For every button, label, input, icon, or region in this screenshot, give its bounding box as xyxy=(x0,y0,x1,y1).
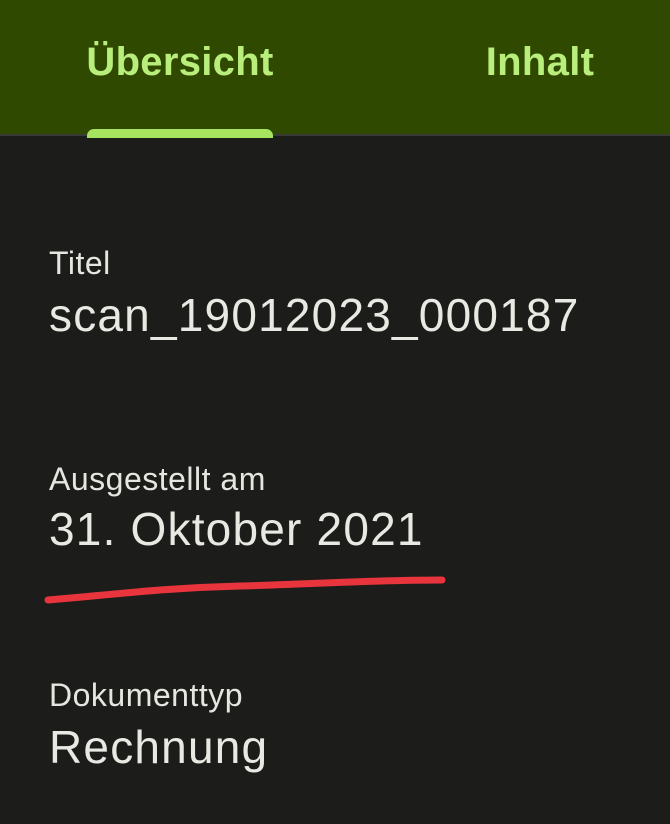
issued-date-value: 31. Oktober 2021 xyxy=(49,503,424,555)
selected-tab-indicator xyxy=(87,129,273,138)
tab-overview-label: Übersicht xyxy=(86,40,274,84)
tab-bar: Übersicht Inhalt xyxy=(0,0,670,138)
issued-date-field: Ausgestellt am 31. Oktober 2021 xyxy=(49,460,424,556)
issued-date-label: Ausgestellt am xyxy=(49,461,266,497)
tab-overview[interactable]: Übersicht xyxy=(62,0,298,136)
tab-content-label: Inhalt xyxy=(485,40,595,84)
document-details-screen: Übersicht Inhalt Titel scan_19012023_000… xyxy=(0,0,670,824)
document-type-field: Dokumenttyp Rechnung xyxy=(49,676,268,774)
document-type-value: Rechnung xyxy=(49,721,269,773)
red-underline-annotation xyxy=(44,576,446,604)
title-value: scan_19012023_000187 xyxy=(49,289,580,341)
title-field: Titel scan_19012023_000187 xyxy=(49,244,580,342)
tab-content[interactable]: Inhalt xyxy=(452,0,628,136)
title-label: Titel xyxy=(49,245,111,281)
document-type-label: Dokumenttyp xyxy=(49,677,244,713)
